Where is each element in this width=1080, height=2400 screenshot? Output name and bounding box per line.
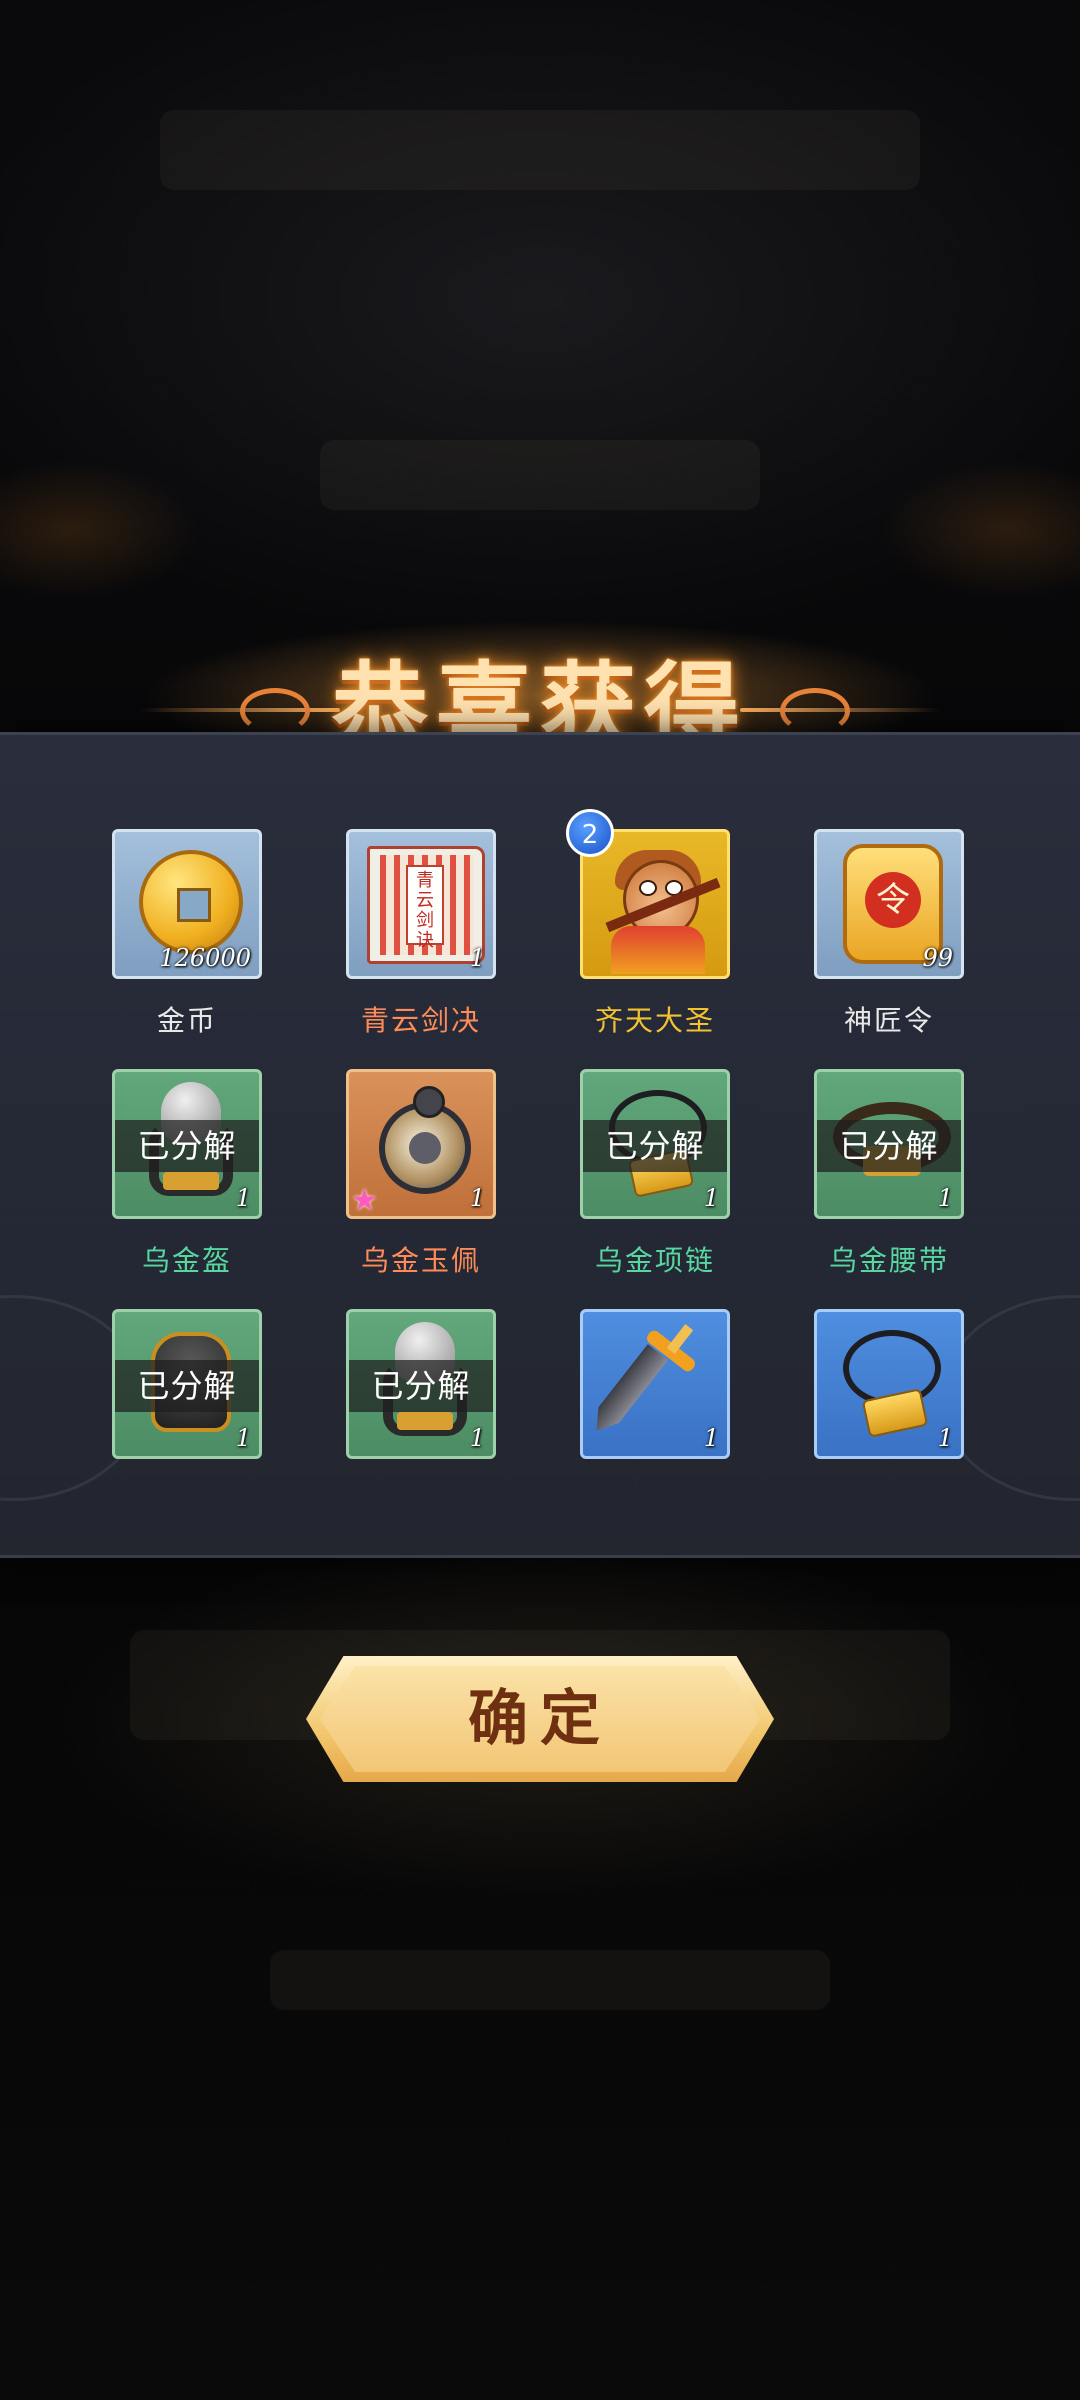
jade-pendant-icon xyxy=(373,1086,477,1196)
reward-item-necklace[interactable]: 已分解 1 乌金项链 xyxy=(580,1069,736,1279)
decomposed-label: 已分解 xyxy=(115,1120,259,1172)
item-slot: 已分解 1 xyxy=(814,1069,964,1219)
item-slot: 已分解 1 xyxy=(346,1309,496,1459)
item-count: 1 xyxy=(235,1184,251,1212)
decomposed-label: 已分解 xyxy=(115,1360,259,1412)
background-glow-left xyxy=(0,460,200,600)
reward-item-necklace-2[interactable]: 1 xyxy=(814,1309,970,1459)
item-slot: 青云剑诀 1 xyxy=(346,829,496,979)
sword-icon xyxy=(615,1322,705,1452)
hero-count-badge: 2 xyxy=(566,809,614,857)
title-banner: 恭喜获得 xyxy=(0,600,1080,770)
confirm-button[interactable]: 确定 xyxy=(306,1656,774,1782)
item-count: 1 xyxy=(937,1424,953,1452)
star-icon: ★ xyxy=(351,1183,378,1218)
item-count: 1 xyxy=(703,1424,719,1452)
necklace-icon xyxy=(837,1324,947,1438)
item-slot: 已分解 1 xyxy=(112,1069,262,1219)
item-count: 99 xyxy=(922,944,953,972)
item-count: 1 xyxy=(469,1424,485,1452)
background-bar-bottom xyxy=(270,1950,830,2010)
monkey-king-hero-icon xyxy=(593,840,723,974)
item-name: 青云剑决 xyxy=(360,1004,481,1037)
reward-panel: 126000 金币 青云剑诀 1 青云剑决 2 齐天大圣 令 99 神匠令 已分… xyxy=(0,732,1080,1558)
scroll-book-icon: 青云剑诀 xyxy=(367,846,485,964)
item-name: 乌金玉佩 xyxy=(360,1244,481,1277)
item-count: 126000 xyxy=(159,944,251,972)
reward-screen: 恭喜获得 126000 金币 青云剑诀 1 青云剑决 2 齐天大圣 令 99 神… xyxy=(0,0,1080,2400)
item-count: 1 xyxy=(235,1424,251,1452)
item-name: 金币 xyxy=(156,1004,217,1037)
item-slot: 99 xyxy=(814,829,964,979)
reward-item-helmet[interactable]: 已分解 1 乌金盔 xyxy=(112,1069,268,1279)
item-count: 1 xyxy=(703,1184,719,1212)
reward-item-monkey-king[interactable]: 2 齐天大圣 xyxy=(566,809,736,1039)
reward-item-jade-pendant[interactable]: ★ 1 乌金玉佩 xyxy=(346,1069,502,1279)
item-name: 齐天大圣 xyxy=(594,1004,715,1037)
background-bar xyxy=(320,440,760,510)
reward-item-sword[interactable]: 1 xyxy=(580,1309,736,1459)
item-slot: 1 xyxy=(580,1309,730,1459)
reward-item-belt[interactable]: 已分解 1 乌金腰带 xyxy=(814,1069,970,1279)
confirm-button-label: 确定 xyxy=(468,1684,612,1754)
item-name: 乌金项链 xyxy=(594,1244,715,1277)
item-slot: ★ 1 xyxy=(346,1069,496,1219)
item-name: 乌金盔 xyxy=(141,1244,232,1277)
background-banner xyxy=(160,110,920,190)
item-count: 1 xyxy=(937,1184,953,1212)
item-slot: 已分解 1 xyxy=(580,1069,730,1219)
item-slot: 1 xyxy=(814,1309,964,1459)
reward-item-armor[interactable]: 已分解 1 xyxy=(112,1309,268,1459)
item-name: 神匠令 xyxy=(843,1004,934,1037)
decomposed-label: 已分解 xyxy=(349,1360,493,1412)
decomposed-label: 已分解 xyxy=(583,1120,727,1172)
item-slot: 已分解 1 xyxy=(112,1309,262,1459)
reward-item-craftsman-token[interactable]: 99 神匠令 xyxy=(814,829,970,1039)
background-glow-right xyxy=(880,460,1080,600)
book-cover-label: 青云剑诀 xyxy=(406,865,444,951)
item-name: 乌金腰带 xyxy=(828,1244,949,1277)
item-count: 1 xyxy=(469,944,485,972)
item-count: 1 xyxy=(469,1184,485,1212)
gold-coin-icon xyxy=(139,850,243,954)
reward-item-gold-coin[interactable]: 126000 金币 xyxy=(112,829,268,1039)
decomposed-label: 已分解 xyxy=(817,1120,961,1172)
item-slot: 126000 xyxy=(112,829,262,979)
reward-item-helmet-2[interactable]: 已分解 1 xyxy=(346,1309,502,1459)
reward-item-sword-manual[interactable]: 青云剑诀 1 青云剑决 xyxy=(346,829,502,1039)
